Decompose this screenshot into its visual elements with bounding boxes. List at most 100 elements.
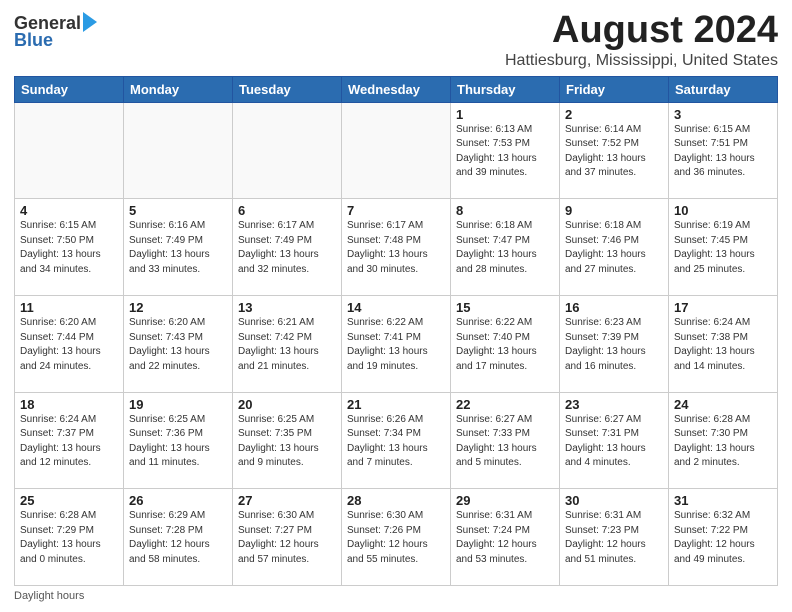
header: General Blue August 2024 Hattiesburg, Mi…	[14, 10, 778, 70]
calendar-cell: 16Sunrise: 6:23 AM Sunset: 7:39 PM Dayli…	[560, 296, 669, 393]
calendar-cell: 30Sunrise: 6:31 AM Sunset: 7:23 PM Dayli…	[560, 489, 669, 586]
calendar-cell	[342, 102, 451, 199]
footer-label: Daylight hours	[14, 590, 84, 602]
calendar-cell: 6Sunrise: 6:17 AM Sunset: 7:49 PM Daylig…	[233, 199, 342, 296]
col-header-thursday: Thursday	[451, 76, 560, 102]
day-number: 5	[129, 203, 227, 218]
day-info: Sunrise: 6:24 AM Sunset: 7:37 PM Dayligh…	[20, 413, 118, 471]
day-info: Sunrise: 6:29 AM Sunset: 7:28 PM Dayligh…	[129, 509, 227, 567]
calendar-cell: 4Sunrise: 6:15 AM Sunset: 7:50 PM Daylig…	[15, 199, 124, 296]
day-number: 31	[674, 493, 772, 508]
col-header-sunday: Sunday	[15, 76, 124, 102]
day-number: 12	[129, 300, 227, 315]
day-number: 7	[347, 203, 445, 218]
calendar-cell: 19Sunrise: 6:25 AM Sunset: 7:36 PM Dayli…	[124, 392, 233, 489]
calendar-cell: 11Sunrise: 6:20 AM Sunset: 7:44 PM Dayli…	[15, 296, 124, 393]
day-info: Sunrise: 6:27 AM Sunset: 7:33 PM Dayligh…	[456, 413, 554, 471]
day-number: 1	[456, 107, 554, 122]
day-number: 27	[238, 493, 336, 508]
day-number: 25	[20, 493, 118, 508]
calendar-cell	[15, 102, 124, 199]
calendar-week-4: 18Sunrise: 6:24 AM Sunset: 7:37 PM Dayli…	[15, 392, 778, 489]
day-number: 29	[456, 493, 554, 508]
calendar-week-3: 11Sunrise: 6:20 AM Sunset: 7:44 PM Dayli…	[15, 296, 778, 393]
day-number: 20	[238, 397, 336, 412]
calendar-cell: 21Sunrise: 6:26 AM Sunset: 7:34 PM Dayli…	[342, 392, 451, 489]
day-info: Sunrise: 6:17 AM Sunset: 7:49 PM Dayligh…	[238, 219, 336, 277]
calendar-cell: 10Sunrise: 6:19 AM Sunset: 7:45 PM Dayli…	[669, 199, 778, 296]
calendar-cell: 13Sunrise: 6:21 AM Sunset: 7:42 PM Dayli…	[233, 296, 342, 393]
day-info: Sunrise: 6:21 AM Sunset: 7:42 PM Dayligh…	[238, 316, 336, 374]
day-number: 6	[238, 203, 336, 218]
col-header-monday: Monday	[124, 76, 233, 102]
calendar-cell: 26Sunrise: 6:29 AM Sunset: 7:28 PM Dayli…	[124, 489, 233, 586]
page: General Blue August 2024 Hattiesburg, Mi…	[0, 0, 792, 612]
calendar-cell: 22Sunrise: 6:27 AM Sunset: 7:33 PM Dayli…	[451, 392, 560, 489]
calendar-cell: 1Sunrise: 6:13 AM Sunset: 7:53 PM Daylig…	[451, 102, 560, 199]
day-info: Sunrise: 6:25 AM Sunset: 7:36 PM Dayligh…	[129, 413, 227, 471]
day-info: Sunrise: 6:32 AM Sunset: 7:22 PM Dayligh…	[674, 509, 772, 567]
logo: General Blue	[14, 14, 97, 51]
calendar-cell: 17Sunrise: 6:24 AM Sunset: 7:38 PM Dayli…	[669, 296, 778, 393]
calendar-cell: 25Sunrise: 6:28 AM Sunset: 7:29 PM Dayli…	[15, 489, 124, 586]
day-info: Sunrise: 6:28 AM Sunset: 7:29 PM Dayligh…	[20, 509, 118, 567]
day-number: 14	[347, 300, 445, 315]
day-number: 13	[238, 300, 336, 315]
day-number: 3	[674, 107, 772, 122]
col-header-tuesday: Tuesday	[233, 76, 342, 102]
calendar-cell: 20Sunrise: 6:25 AM Sunset: 7:35 PM Dayli…	[233, 392, 342, 489]
day-info: Sunrise: 6:17 AM Sunset: 7:48 PM Dayligh…	[347, 219, 445, 277]
col-header-wednesday: Wednesday	[342, 76, 451, 102]
subtitle: Hattiesburg, Mississippi, United States	[505, 52, 778, 70]
day-number: 10	[674, 203, 772, 218]
calendar-cell: 14Sunrise: 6:22 AM Sunset: 7:41 PM Dayli…	[342, 296, 451, 393]
day-info: Sunrise: 6:31 AM Sunset: 7:24 PM Dayligh…	[456, 509, 554, 567]
calendar-cell: 28Sunrise: 6:30 AM Sunset: 7:26 PM Dayli…	[342, 489, 451, 586]
day-info: Sunrise: 6:20 AM Sunset: 7:43 PM Dayligh…	[129, 316, 227, 374]
day-number: 18	[20, 397, 118, 412]
day-number: 9	[565, 203, 663, 218]
day-number: 17	[674, 300, 772, 315]
calendar-header-row: SundayMondayTuesdayWednesdayThursdayFrid…	[15, 76, 778, 102]
day-info: Sunrise: 6:13 AM Sunset: 7:53 PM Dayligh…	[456, 123, 554, 181]
calendar-cell: 18Sunrise: 6:24 AM Sunset: 7:37 PM Dayli…	[15, 392, 124, 489]
calendar-cell	[233, 102, 342, 199]
day-number: 8	[456, 203, 554, 218]
day-info: Sunrise: 6:23 AM Sunset: 7:39 PM Dayligh…	[565, 316, 663, 374]
day-info: Sunrise: 6:22 AM Sunset: 7:40 PM Dayligh…	[456, 316, 554, 374]
day-info: Sunrise: 6:24 AM Sunset: 7:38 PM Dayligh…	[674, 316, 772, 374]
day-number: 2	[565, 107, 663, 122]
calendar-cell: 3Sunrise: 6:15 AM Sunset: 7:51 PM Daylig…	[669, 102, 778, 199]
calendar-cell: 8Sunrise: 6:18 AM Sunset: 7:47 PM Daylig…	[451, 199, 560, 296]
day-number: 28	[347, 493, 445, 508]
calendar-cell	[124, 102, 233, 199]
calendar-cell: 5Sunrise: 6:16 AM Sunset: 7:49 PM Daylig…	[124, 199, 233, 296]
col-header-saturday: Saturday	[669, 76, 778, 102]
day-number: 22	[456, 397, 554, 412]
main-title: August 2024	[505, 10, 778, 52]
day-info: Sunrise: 6:26 AM Sunset: 7:34 PM Dayligh…	[347, 413, 445, 471]
calendar-cell: 7Sunrise: 6:17 AM Sunset: 7:48 PM Daylig…	[342, 199, 451, 296]
calendar-week-2: 4Sunrise: 6:15 AM Sunset: 7:50 PM Daylig…	[15, 199, 778, 296]
title-block: August 2024 Hattiesburg, Mississippi, Un…	[505, 10, 778, 70]
calendar-cell: 2Sunrise: 6:14 AM Sunset: 7:52 PM Daylig…	[560, 102, 669, 199]
day-info: Sunrise: 6:27 AM Sunset: 7:31 PM Dayligh…	[565, 413, 663, 471]
day-info: Sunrise: 6:15 AM Sunset: 7:51 PM Dayligh…	[674, 123, 772, 181]
day-number: 4	[20, 203, 118, 218]
day-number: 21	[347, 397, 445, 412]
col-header-friday: Friday	[560, 76, 669, 102]
day-info: Sunrise: 6:28 AM Sunset: 7:30 PM Dayligh…	[674, 413, 772, 471]
day-info: Sunrise: 6:14 AM Sunset: 7:52 PM Dayligh…	[565, 123, 663, 181]
day-info: Sunrise: 6:18 AM Sunset: 7:47 PM Dayligh…	[456, 219, 554, 277]
day-number: 19	[129, 397, 227, 412]
calendar-cell: 24Sunrise: 6:28 AM Sunset: 7:30 PM Dayli…	[669, 392, 778, 489]
calendar-cell: 23Sunrise: 6:27 AM Sunset: 7:31 PM Dayli…	[560, 392, 669, 489]
calendar-cell: 12Sunrise: 6:20 AM Sunset: 7:43 PM Dayli…	[124, 296, 233, 393]
day-info: Sunrise: 6:15 AM Sunset: 7:50 PM Dayligh…	[20, 219, 118, 277]
day-info: Sunrise: 6:30 AM Sunset: 7:27 PM Dayligh…	[238, 509, 336, 567]
footer: Daylight hours	[14, 590, 778, 602]
calendar-cell: 9Sunrise: 6:18 AM Sunset: 7:46 PM Daylig…	[560, 199, 669, 296]
day-info: Sunrise: 6:30 AM Sunset: 7:26 PM Dayligh…	[347, 509, 445, 567]
day-number: 16	[565, 300, 663, 315]
calendar-week-1: 1Sunrise: 6:13 AM Sunset: 7:53 PM Daylig…	[15, 102, 778, 199]
